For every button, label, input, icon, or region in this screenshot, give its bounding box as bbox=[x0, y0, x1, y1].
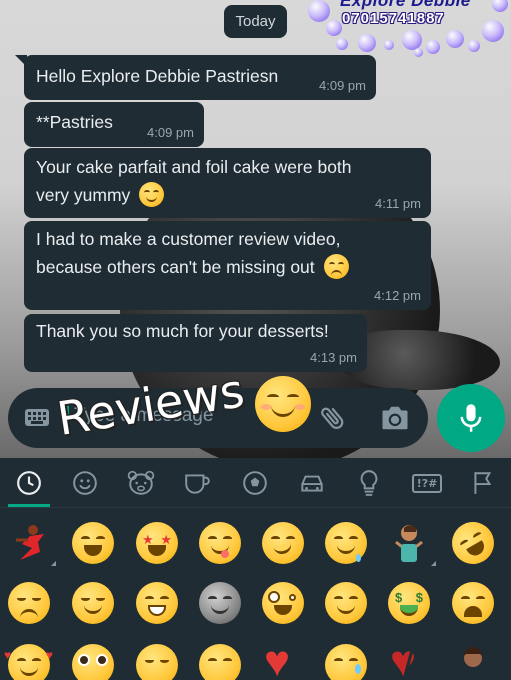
food-icon[interactable] bbox=[182, 468, 212, 498]
tired-face-icon[interactable] bbox=[199, 644, 241, 680]
symbols-icon[interactable]: !?# bbox=[410, 468, 444, 498]
smiling-face-with-smiling-eyes-icon[interactable] bbox=[325, 582, 367, 624]
emoji-keyboard: !?# ★ ★ $ $ ♥ ♥ ♥ ♥ bbox=[0, 458, 511, 680]
message-line: Your cake parfait and foil cake were bot… bbox=[36, 157, 352, 177]
message-line: because others can't be missing out bbox=[36, 257, 315, 277]
message-time: 4:11 pm bbox=[374, 196, 421, 211]
travel-icon[interactable] bbox=[297, 468, 327, 498]
activity-icon[interactable] bbox=[240, 468, 270, 498]
red-heart-icon[interactable]: ♥ bbox=[262, 640, 304, 680]
drooling-face-icon[interactable] bbox=[325, 522, 367, 564]
dancing-woman-icon[interactable] bbox=[8, 522, 56, 566]
smileys-icon[interactable] bbox=[70, 468, 100, 498]
message-time: 4:12 pm bbox=[374, 288, 421, 303]
animals-icon[interactable] bbox=[126, 468, 156, 498]
smiling-face-with-smiling-eyes-icon bbox=[255, 376, 311, 432]
weary-face-icon bbox=[323, 253, 349, 279]
pleading-face-icon[interactable] bbox=[72, 644, 114, 680]
money-mouth-face-icon[interactable]: $ $ bbox=[388, 582, 430, 624]
message-bubble[interactable]: Your cake parfait and foil cake were bot… bbox=[24, 148, 431, 218]
grinning-sweat-icon[interactable] bbox=[136, 582, 178, 624]
new-moon-face-icon[interactable] bbox=[199, 582, 241, 624]
watermark-logo: Explore Debbie 07015741887 bbox=[306, 0, 511, 64]
watermark-phone: 07015741887 bbox=[342, 10, 445, 27]
message-bubble[interactable]: I had to make a customer review video, b… bbox=[24, 221, 431, 310]
message-time: 4:09 pm bbox=[147, 125, 194, 140]
smirking-face-icon[interactable] bbox=[262, 522, 304, 564]
person-shrugging-icon[interactable] bbox=[388, 522, 436, 566]
smiling-face-icon bbox=[139, 181, 165, 207]
relieved-face-icon[interactable] bbox=[72, 582, 114, 624]
microphone-button[interactable] bbox=[437, 384, 505, 452]
message-text: Thank you so much for your desserts! bbox=[36, 321, 329, 341]
smiling-face-with-hearts-icon[interactable]: ♥ ♥ bbox=[4, 644, 53, 680]
message-time: 4:13 pm bbox=[310, 350, 357, 365]
message-line: very yummy bbox=[36, 185, 131, 205]
microphone-icon bbox=[460, 404, 482, 432]
message-text: Your cake parfait and foil cake were bot… bbox=[36, 153, 352, 209]
message-text: **Pastries bbox=[36, 112, 113, 132]
star-struck-icon[interactable]: ★ ★ bbox=[136, 522, 178, 564]
face-savoring-food-icon[interactable] bbox=[199, 522, 241, 564]
paperclip-icon[interactable] bbox=[318, 403, 348, 433]
emoji-category-bar: !?# bbox=[0, 458, 511, 508]
message-line: I had to make a customer review video, bbox=[36, 229, 341, 249]
sad-relieved-face-icon[interactable] bbox=[8, 582, 50, 624]
objects-icon[interactable] bbox=[354, 468, 384, 498]
zany-face-icon[interactable] bbox=[262, 582, 304, 624]
message-text: Hello Explore Debbie Pastriesn bbox=[36, 66, 279, 86]
crying-face-icon[interactable] bbox=[325, 644, 367, 680]
message-time: 4:09 pm bbox=[319, 78, 366, 93]
flags-icon[interactable] bbox=[468, 468, 498, 498]
message-bubble[interactable]: **Pastries 4:09 pm bbox=[24, 102, 204, 147]
yawning-face-icon[interactable] bbox=[136, 644, 178, 680]
rolling-on-floor-laughing-icon[interactable] bbox=[444, 514, 502, 572]
message-text: I had to make a customer review video, b… bbox=[36, 225, 349, 281]
emoji-grid: ★ ★ $ $ ♥ ♥ ♥ ♥ bbox=[0, 508, 511, 680]
face-with-tears-of-joy-icon[interactable] bbox=[72, 522, 114, 564]
selected-category-indicator bbox=[8, 504, 50, 507]
date-separator: Today bbox=[224, 5, 287, 38]
camera-icon[interactable] bbox=[380, 404, 410, 432]
keyboard-icon[interactable] bbox=[25, 409, 49, 426]
symbols-label: !?# bbox=[411, 473, 443, 493]
broken-heart-icon[interactable]: ♥ bbox=[388, 640, 430, 680]
message-bubble[interactable]: Thank you so much for your desserts! 4:1… bbox=[24, 314, 367, 372]
weary-face-icon[interactable] bbox=[452, 582, 494, 624]
person-gesturing-icon[interactable] bbox=[452, 644, 494, 680]
recent-icon[interactable] bbox=[14, 468, 44, 498]
